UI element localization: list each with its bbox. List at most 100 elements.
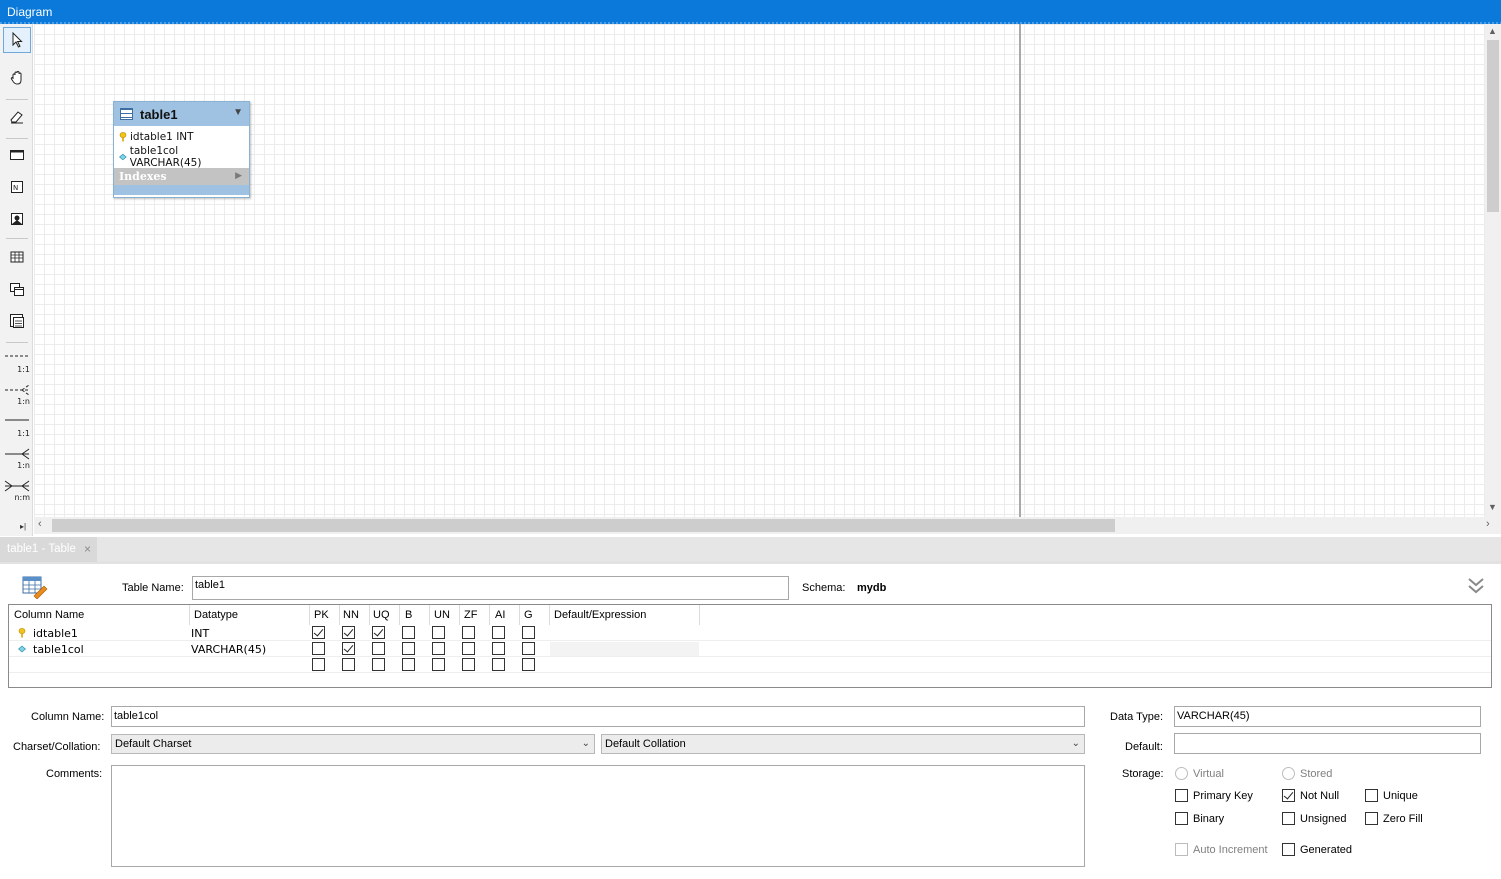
g-checkbox[interactable] [522, 626, 535, 639]
relation-1-n-identifying-tool[interactable]: 1:n [4, 384, 30, 406]
virtual-label: Virtual [1193, 768, 1224, 780]
column-name-cell[interactable]: idtable1 [33, 627, 78, 640]
header-nn[interactable]: NN [343, 609, 359, 621]
column-row-new[interactable] [9, 657, 1491, 673]
columns-grid[interactable]: Column Name Datatype PK NN UQ B UN ZF AI… [8, 604, 1492, 688]
scroll-right-icon[interactable]: › [1486, 518, 1490, 530]
header-un[interactable]: UN [434, 609, 450, 621]
table-name-input[interactable]: table1 [192, 576, 789, 600]
header-default-expression[interactable]: Default/Expression [554, 609, 646, 621]
scroll-down-icon[interactable]: ▼ [1488, 502, 1497, 512]
column-datatype-cell[interactable]: INT [191, 627, 209, 640]
uq-checkbox[interactable] [372, 626, 385, 639]
collapse-double-chevron-icon[interactable] [1466, 576, 1486, 596]
column-row[interactable]: table1col VARCHAR(45) [9, 641, 1491, 657]
collation-value: Default Collation [605, 738, 686, 750]
zf-checkbox[interactable] [462, 658, 475, 671]
auto-increment-checkbox[interactable] [1175, 843, 1188, 856]
horizontal-scrollbar[interactable]: ‹ › [34, 517, 1501, 534]
header-zf[interactable]: ZF [464, 609, 477, 621]
relation-1-1-tool[interactable]: 1:1 [4, 416, 30, 438]
image-tool[interactable] [3, 206, 31, 232]
zf-checkbox[interactable] [462, 642, 475, 655]
b-checkbox[interactable] [402, 642, 415, 655]
column-row[interactable]: idtable1 INT [9, 625, 1491, 641]
columns-grid-header: Column Name Datatype PK NN UQ B UN ZF AI… [9, 605, 1491, 625]
scroll-left-icon[interactable]: ‹ [38, 518, 42, 530]
default-expression-cell[interactable] [550, 642, 699, 656]
nn-checkbox[interactable] [342, 626, 355, 639]
relation-n-m-tool[interactable]: n:m [4, 480, 30, 502]
column-text: idtable1 INT [130, 131, 194, 143]
collapse-arrow-icon[interactable]: ▼ [233, 107, 243, 118]
eraser-tool[interactable] [3, 104, 31, 130]
hand-tool[interactable] [3, 65, 31, 91]
b-checkbox[interactable] [402, 658, 415, 671]
table-figure-column[interactable]: table1col VARCHAR(45) [114, 145, 249, 169]
view-tool[interactable] [3, 276, 31, 302]
default-input[interactable] [1174, 733, 1481, 754]
g-checkbox[interactable] [522, 642, 535, 655]
ai-checkbox[interactable] [492, 626, 505, 639]
vertical-scrollbar[interactable]: ▲ ▼ [1485, 24, 1501, 517]
column-name-input[interactable]: table1col [111, 706, 1085, 727]
un-checkbox[interactable] [432, 642, 445, 655]
header-column-name[interactable]: Column Name [14, 609, 84, 621]
toolbar-separator [6, 342, 28, 343]
unsigned-checkbox[interactable] [1282, 812, 1295, 825]
b-checkbox[interactable] [402, 626, 415, 639]
layer-tool[interactable] [3, 142, 31, 168]
routine-group-tool[interactable] [3, 308, 31, 334]
generated-checkbox[interactable] [1282, 843, 1295, 856]
text-note-tool[interactable]: N [3, 174, 31, 200]
charset-select[interactable]: Default Charset ⌄ [111, 734, 595, 754]
horizontal-scroll-thumb[interactable] [52, 519, 1115, 532]
pointer-tool[interactable] [3, 27, 31, 53]
table-figure-header[interactable]: table1 ▼ [114, 102, 249, 126]
pk-checkbox[interactable] [312, 658, 325, 671]
comments-textarea[interactable] [111, 765, 1085, 867]
virtual-radio[interactable] [1175, 767, 1188, 780]
relation-1-1-identifying-tool[interactable]: 1:1 [4, 352, 30, 374]
unique-checkbox[interactable] [1365, 789, 1378, 802]
ai-checkbox[interactable] [492, 642, 505, 655]
nn-checkbox[interactable] [342, 642, 355, 655]
pk-checkbox[interactable] [312, 642, 325, 655]
binary-checkbox[interactable] [1175, 812, 1188, 825]
header-uq[interactable]: UQ [373, 609, 390, 621]
ai-checkbox[interactable] [492, 658, 505, 671]
header-pk[interactable]: PK [314, 609, 329, 621]
scroll-up-icon[interactable]: ▲ [1488, 26, 1497, 36]
zf-checkbox[interactable] [462, 626, 475, 639]
header-b[interactable]: B [405, 609, 412, 621]
data-type-input[interactable]: VARCHAR(45) [1174, 706, 1481, 727]
un-checkbox[interactable] [432, 658, 445, 671]
stored-radio[interactable] [1282, 767, 1295, 780]
vertical-scroll-thumb[interactable] [1487, 40, 1499, 212]
collation-select[interactable]: Default Collation ⌄ [601, 734, 1085, 754]
diagram-canvas[interactable]: table1 ▼ idtable1 INT table1col VARCHAR(… [34, 24, 1485, 517]
table-tool[interactable] [3, 244, 31, 270]
expand-arrow-icon[interactable]: ▶ [235, 168, 242, 185]
table-figure[interactable]: table1 ▼ idtable1 INT table1col VARCHAR(… [113, 101, 250, 198]
uq-checkbox[interactable] [372, 642, 385, 655]
relation-1-n-tool[interactable]: 1:n [4, 448, 30, 470]
column-name-cell[interactable]: table1col [33, 643, 84, 656]
column-datatype-cell[interactable]: VARCHAR(45) [191, 643, 266, 656]
close-icon[interactable]: × [84, 537, 91, 562]
pk-checkbox[interactable] [312, 626, 325, 639]
un-checkbox[interactable] [432, 626, 445, 639]
not-null-checkbox[interactable] [1282, 789, 1295, 802]
nn-checkbox[interactable] [342, 658, 355, 671]
zero-fill-checkbox[interactable] [1365, 812, 1378, 825]
uq-checkbox[interactable] [372, 658, 385, 671]
toolbar-overflow-icon[interactable]: ▸| [20, 522, 32, 534]
g-checkbox[interactable] [522, 658, 535, 671]
header-datatype[interactable]: Datatype [194, 609, 238, 621]
zero-fill-label: Zero Fill [1383, 813, 1423, 825]
tab-table1[interactable]: table1 - Table × [0, 537, 97, 562]
header-g[interactable]: G [524, 609, 533, 621]
primary-key-checkbox[interactable] [1175, 789, 1188, 802]
indexes-section[interactable]: Indexes ▶ [114, 168, 249, 185]
header-ai[interactable]: AI [495, 609, 505, 621]
